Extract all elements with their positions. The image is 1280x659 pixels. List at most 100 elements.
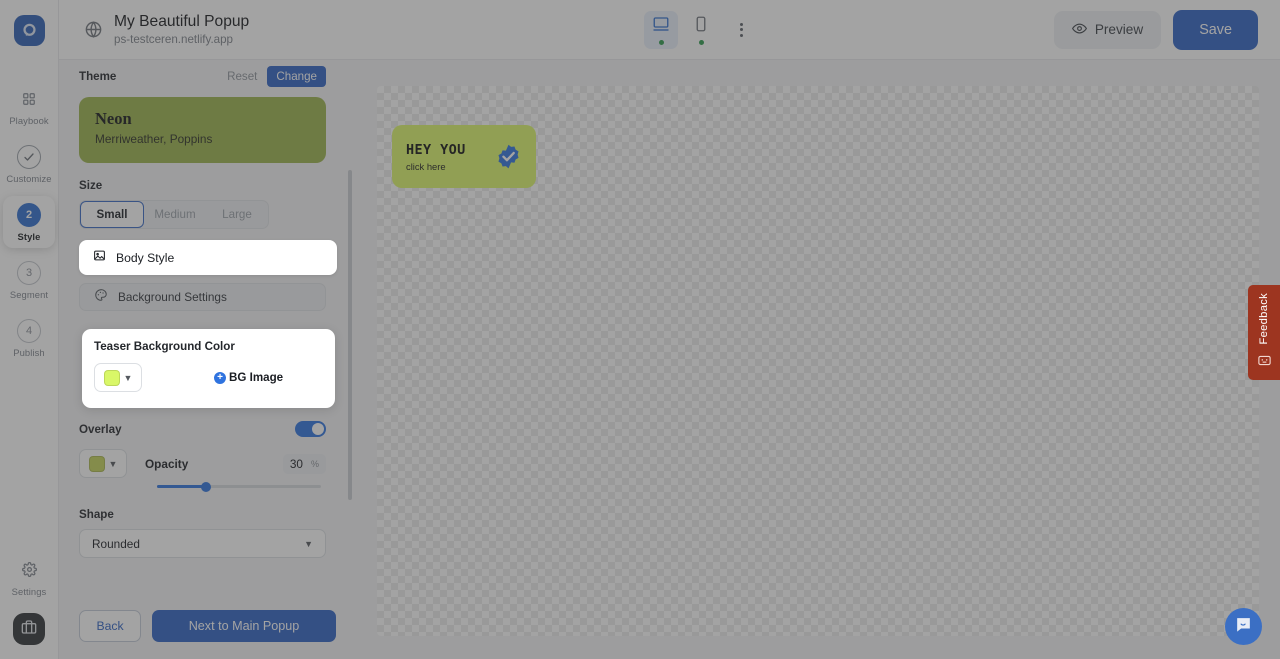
panel-scrollbar[interactable] — [348, 170, 352, 500]
sidebar-item-playbook[interactable]: Playbook — [3, 80, 55, 132]
app-root: Playbook Customize 2 Style 3 Segment 4 P… — [0, 0, 1280, 659]
eye-icon — [1071, 21, 1087, 39]
step-nav: Playbook Customize 2 Style 3 Segment 4 P… — [0, 80, 58, 370]
chat-launcher-button[interactable] — [1225, 608, 1262, 645]
size-option-medium[interactable]: Medium — [144, 201, 206, 228]
bg-image-button[interactable]: + BG Image — [214, 371, 283, 384]
body-style-accordion-header[interactable]: Body Style — [79, 240, 337, 275]
status-dot — [658, 39, 664, 45]
check-circle-icon — [17, 145, 41, 169]
image-icon — [93, 249, 106, 267]
palette-icon — [94, 288, 108, 307]
overlay-color-picker[interactable]: ▼ — [79, 449, 127, 478]
feedback-tab[interactable]: Feedback — [1248, 285, 1280, 380]
teaser-color-swatch — [103, 369, 120, 386]
chevron-down-icon: ▼ — [108, 458, 118, 469]
shape-label: Shape — [79, 508, 114, 521]
left-rail: Playbook Customize 2 Style 3 Segment 4 P… — [0, 0, 59, 659]
opacity-slider[interactable] — [157, 481, 321, 492]
sidebar-item-label: Customize — [6, 173, 52, 184]
settings-label: Settings — [11, 586, 47, 597]
plus-circle-icon: + — [214, 371, 226, 384]
briefcase-button[interactable] — [13, 613, 45, 645]
gear-icon — [21, 562, 37, 582]
panel-footer: Back Next to Main Popup — [59, 593, 356, 659]
theme-change-button[interactable]: Change — [267, 65, 326, 87]
sidebar-item-publish[interactable]: 4 Publish — [3, 312, 55, 364]
sidebar-item-style[interactable]: 2 Style — [3, 196, 55, 248]
overlay-label: Overlay — [79, 422, 122, 436]
briefcase-icon — [21, 619, 37, 640]
chevron-down-icon: ▼ — [304, 538, 313, 549]
size-label: Size — [79, 179, 103, 192]
overlay-color-swatch — [88, 455, 105, 472]
desktop-icon — [652, 15, 670, 38]
teaser-color-picker[interactable]: ▼ — [94, 363, 142, 392]
teaser-text-block: HEY YOU click here — [406, 142, 466, 172]
page-title: My Beautiful Popup — [114, 13, 250, 30]
preview-button-label: Preview — [1094, 22, 1144, 37]
opacity-label: Opacity — [145, 456, 189, 471]
sidebar-item-label: Style — [17, 231, 41, 242]
document-title-block: My Beautiful Popup ps-testceren.netlify.… — [114, 12, 249, 47]
status-dot — [698, 39, 704, 45]
overlay-toggle[interactable] — [295, 421, 326, 437]
overlay-row: Overlay — [79, 421, 326, 437]
background-settings-label: Background Settings — [118, 290, 227, 304]
background-settings-button[interactable]: Background Settings — [79, 283, 326, 311]
device-preview-switcher — [644, 10, 754, 49]
overlay-shape-group: Overlay ▼ Opacity 30 % Shape Rounded ▼ — [79, 421, 326, 558]
rail-bottom: Settings — [0, 562, 58, 659]
sidebar-item-customize[interactable]: Customize — [3, 138, 55, 190]
robot-face-icon — [1257, 352, 1272, 372]
step-number-badge: 4 — [17, 319, 41, 343]
body-style-label: Body Style — [116, 250, 175, 265]
opacity-value-field[interactable]: 30 % — [282, 453, 326, 474]
opacity-slider-fill — [157, 485, 207, 488]
sidebar-item-settings[interactable]: Settings — [12, 562, 47, 597]
shape-select[interactable]: Rounded ▼ — [79, 529, 326, 558]
theme-reset-button[interactable]: Reset — [227, 70, 257, 83]
popupsmart-logo-icon — [13, 14, 45, 46]
teaser-subtext: click here — [406, 160, 446, 172]
sidebar-item-label: Publish — [13, 347, 45, 358]
size-option-small[interactable]: Small — [80, 201, 144, 228]
chat-bubble-icon — [1234, 615, 1253, 639]
teaser-background-color-label: Teaser Background Color — [94, 340, 235, 353]
size-segmented-control: Small Medium Large — [79, 200, 269, 229]
teaser-headline: HEY YOU — [406, 141, 466, 158]
canvas-area: HEY YOU click here — [356, 60, 1280, 659]
save-button[interactable]: Save — [1173, 9, 1258, 50]
step-number-badge: 2 — [17, 203, 41, 227]
sidebar-item-label: Playbook — [9, 115, 49, 126]
teaser-popup-preview[interactable]: HEY YOU click here — [392, 125, 536, 188]
size-option-large[interactable]: Large — [206, 201, 268, 228]
shape-selected-value: Rounded — [92, 536, 140, 551]
style-panel-scroll: Theme Reset Change Neon Merriweather, Po… — [59, 60, 346, 593]
sidebar-item-segment[interactable]: 3 Segment — [3, 254, 55, 306]
theme-fonts: Merriweather, Poppins — [95, 132, 213, 146]
globe-icon — [84, 20, 103, 39]
theme-section-header: Theme Reset Change — [79, 60, 326, 88]
opacity-unit: % — [310, 458, 319, 469]
bg-image-label: BG Image — [229, 371, 284, 384]
preview-button[interactable]: Preview — [1053, 10, 1162, 49]
opacity-slider-thumb[interactable] — [201, 481, 212, 492]
kebab-menu-icon[interactable] — [728, 15, 754, 45]
popup-canvas[interactable]: HEY YOU click here — [377, 86, 1259, 636]
site-url: ps-testceren.netlify.app — [114, 33, 234, 46]
chevron-down-icon: ▼ — [123, 372, 133, 383]
topbar-actions: Preview Save — [1053, 9, 1258, 50]
mobile-icon — [692, 15, 710, 38]
app-logo[interactable] — [13, 0, 45, 60]
theme-preview-card[interactable]: Neon Merriweather, Poppins — [79, 97, 326, 163]
back-button[interactable]: Back — [79, 610, 141, 642]
step-number-badge: 3 — [17, 261, 41, 285]
device-mobile-button[interactable] — [684, 11, 718, 49]
next-to-main-popup-button[interactable]: Next to Main Popup — [152, 610, 336, 642]
device-desktop-button[interactable] — [644, 10, 678, 49]
verified-check-badge-icon — [495, 143, 522, 170]
theme-name: Neon — [95, 109, 132, 128]
grid-icon — [17, 87, 41, 111]
theme-label: Theme — [79, 69, 117, 83]
